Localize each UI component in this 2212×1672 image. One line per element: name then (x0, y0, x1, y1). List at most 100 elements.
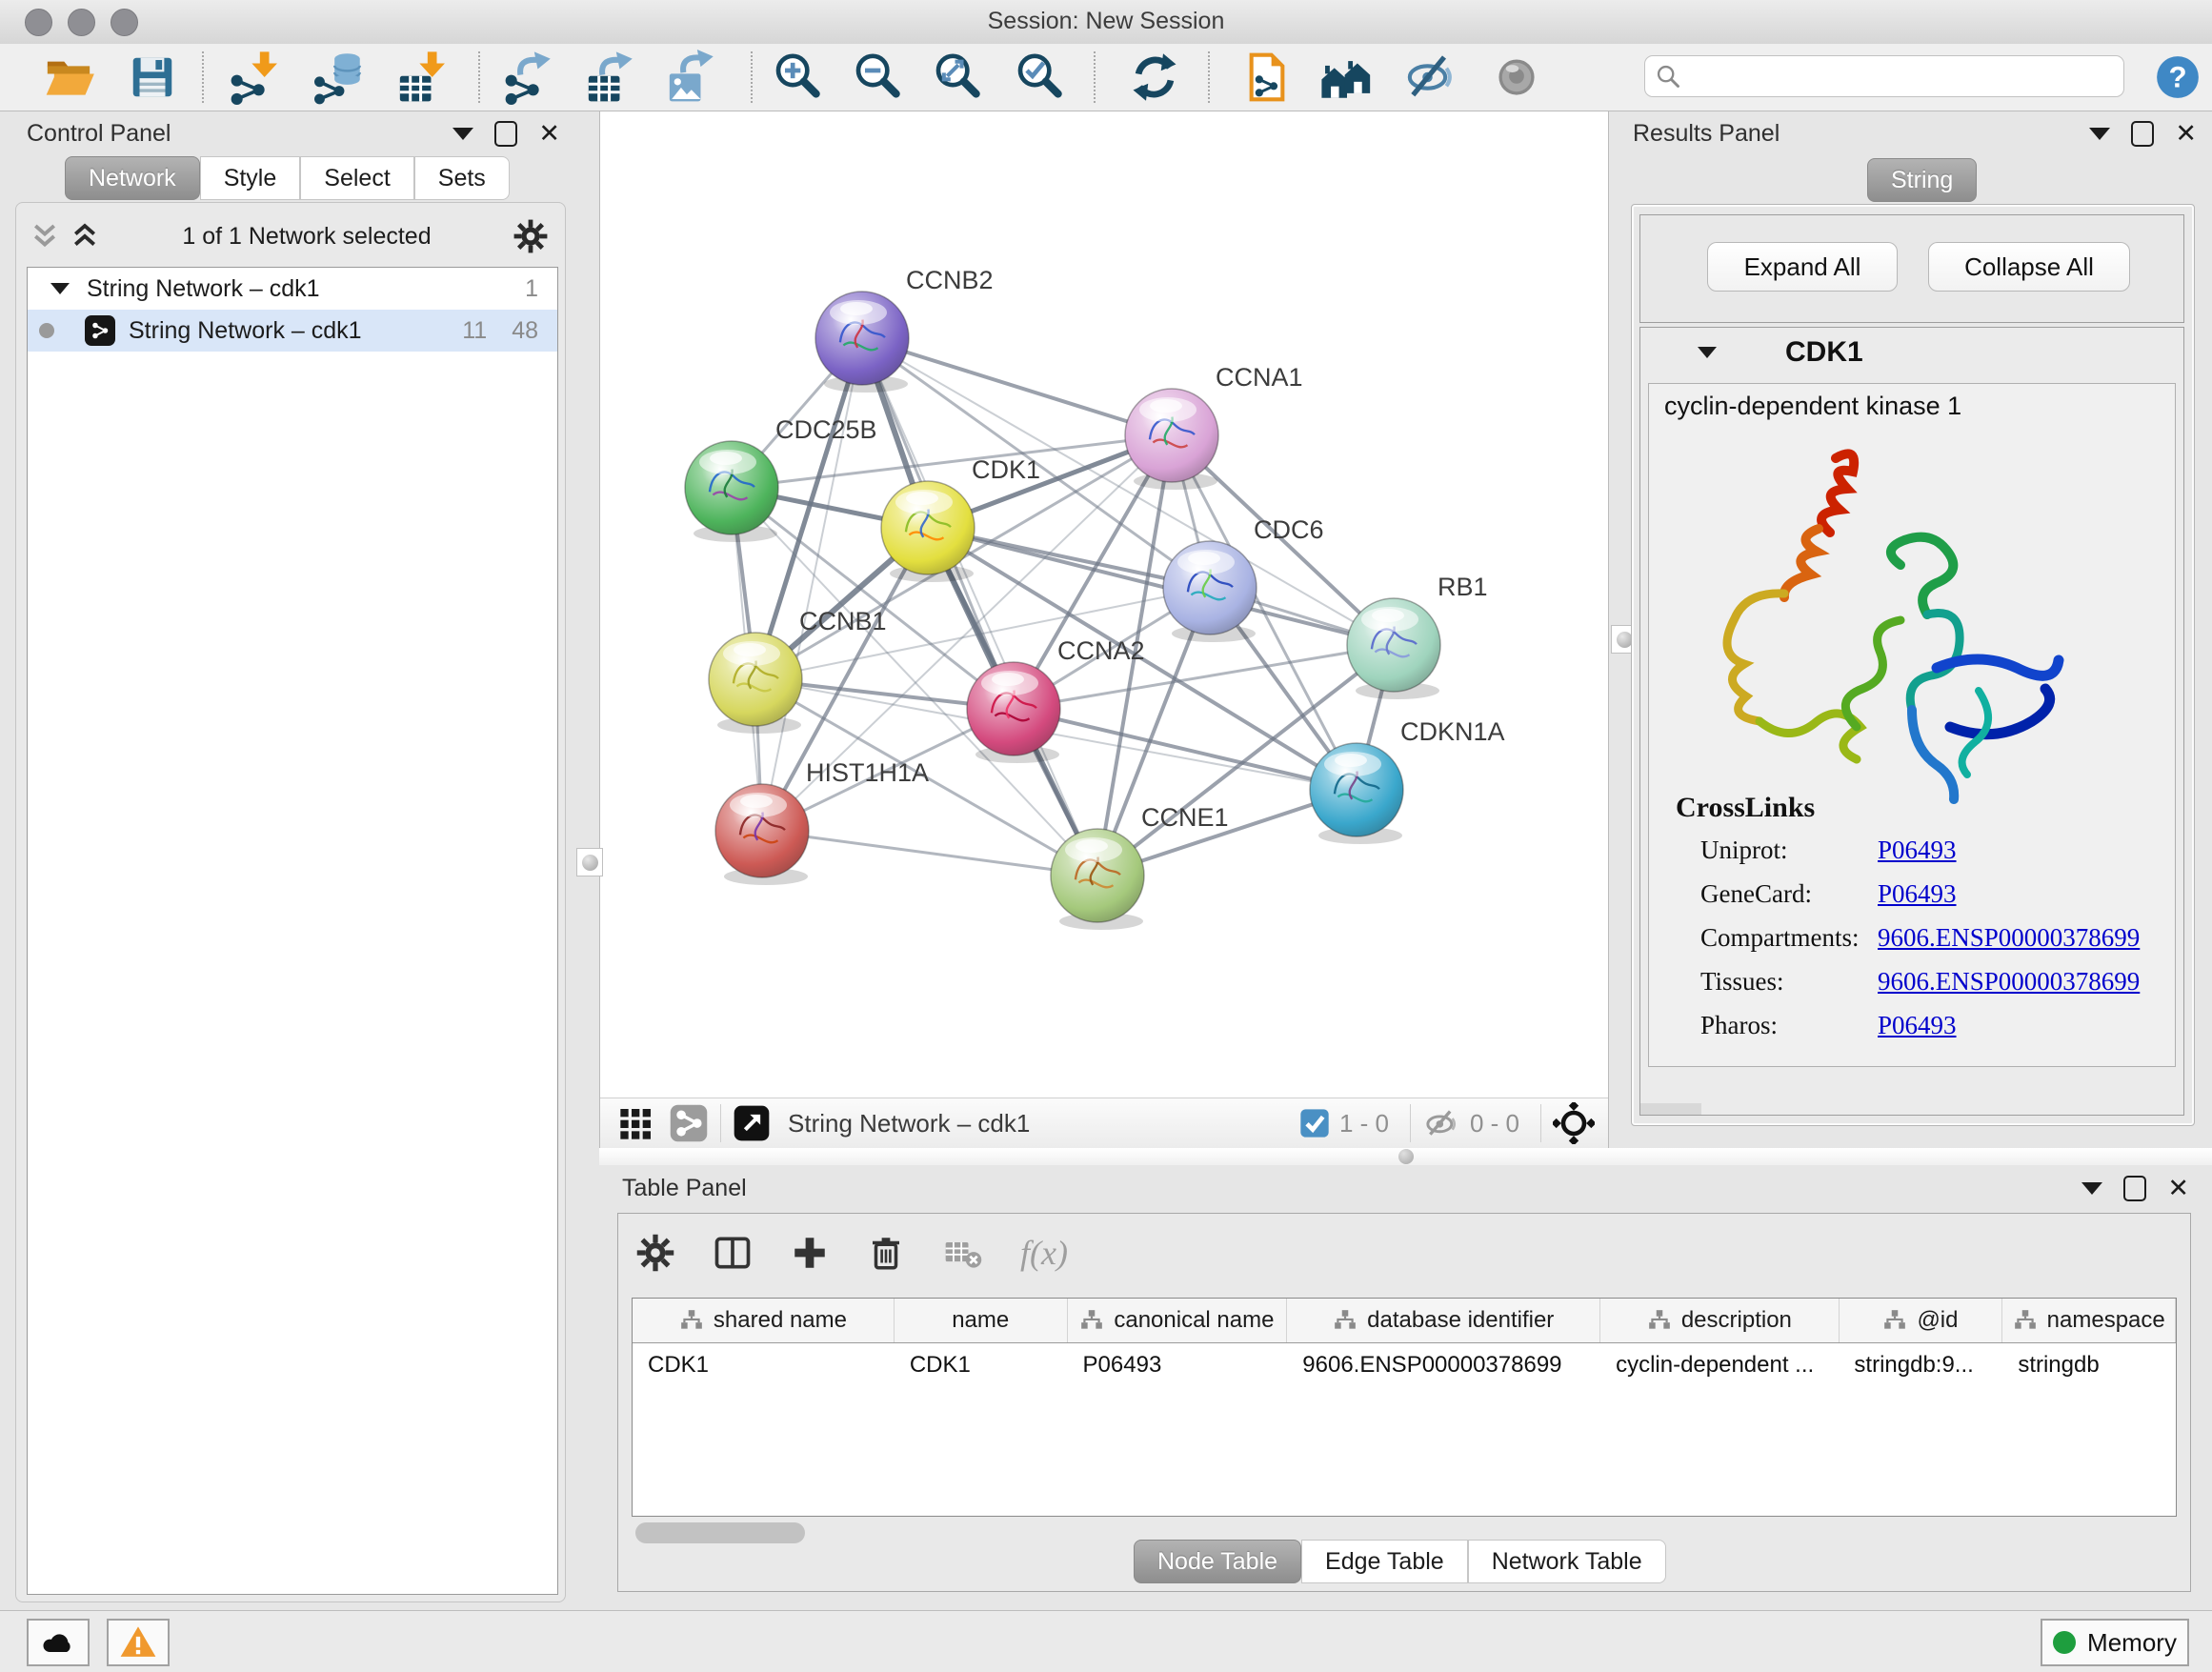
collapse-all-button[interactable]: Collapse All (1928, 242, 2130, 292)
search-input[interactable] (1689, 62, 2114, 91)
gene-expander-icon[interactable] (1698, 347, 1717, 358)
network-share-icon[interactable] (669, 1103, 709, 1143)
horizontal-splitter[interactable] (599, 1148, 2212, 1165)
zoom-out-button[interactable] (848, 50, 909, 105)
hide-glasses-button[interactable] (1400, 50, 1461, 105)
network-row-selected[interactable]: String Network – cdk1 11 48 (28, 310, 557, 352)
export-network-button[interactable] (499, 50, 560, 105)
float-panel-icon[interactable] (494, 121, 517, 147)
tab-style[interactable]: Style (200, 156, 301, 200)
table-gear-icon[interactable] (635, 1233, 675, 1273)
left-splitter-handle[interactable] (576, 848, 603, 876)
tab-sets[interactable]: Sets (414, 156, 510, 200)
table-cell[interactable]: stringdb:9... (1839, 1343, 2002, 1387)
crosslink-link[interactable]: 9606.ENSP00000378699 (1878, 923, 2140, 953)
close-panel-icon[interactable]: ✕ (538, 123, 560, 145)
network-node[interactable]: CCNB2 (815, 266, 994, 393)
tab-string[interactable]: String (1867, 158, 1977, 202)
birdseye-crosshair-icon[interactable] (1553, 1102, 1595, 1144)
zoom-fit-button[interactable] (928, 50, 989, 105)
close-panel-icon[interactable]: ✕ (2167, 1178, 2189, 1199)
table-header-cell[interactable]: namespace (2002, 1299, 2176, 1342)
panel-menu-icon[interactable] (2081, 1182, 2102, 1195)
help-button[interactable]: ? (2147, 50, 2208, 105)
network-canvas[interactable]: CCNB2CCNA1CDC25BCDK1CDC6RB1CCNB1CCNA2CDK… (600, 111, 1608, 1098)
table-cell[interactable]: 9606.ENSP00000378699 (1287, 1343, 1600, 1387)
network-edge[interactable] (928, 528, 1394, 645)
tab-edge-table[interactable]: Edge Table (1301, 1540, 1468, 1583)
string-home-button[interactable] (1317, 50, 1377, 105)
collection-expander-icon[interactable] (50, 283, 70, 294)
close-panel-icon[interactable]: ✕ (2175, 123, 2197, 145)
show-eye-button[interactable] (1486, 50, 1547, 105)
table-header-cell[interactable]: canonical name (1068, 1299, 1288, 1342)
function-builder-icon[interactable]: f(x) (1020, 1233, 1068, 1273)
crosslink-link[interactable]: P06493 (1878, 1011, 1957, 1040)
selected-checkbox-icon[interactable] (1299, 1108, 1330, 1138)
network-edge[interactable] (762, 831, 1097, 876)
table-cell[interactable]: P06493 (1068, 1343, 1288, 1387)
save-session-button[interactable] (122, 50, 183, 105)
table-header-cell[interactable]: name (895, 1299, 1068, 1342)
gear-icon[interactable] (513, 218, 549, 254)
apply-layout-button[interactable] (1124, 50, 1185, 105)
table-row[interactable]: CDK1CDK1P064939606.ENSP00000378699cyclin… (633, 1343, 2176, 1387)
network-node[interactable]: CCNA1 (1125, 363, 1303, 490)
table-cell[interactable]: CDK1 (895, 1343, 1068, 1387)
export-image-button[interactable] (662, 50, 723, 105)
eye-icon (1491, 51, 1542, 103)
network-node[interactable]: HIST1H1A (715, 758, 929, 885)
network-node[interactable]: CCNB1 (709, 607, 887, 734)
show-columns-icon[interactable] (712, 1232, 754, 1274)
delete-table-icon[interactable] (942, 1232, 984, 1274)
network-edge[interactable] (862, 338, 1097, 876)
crosslink-link[interactable]: 9606.ENSP00000378699 (1878, 967, 2140, 997)
open-session-button[interactable] (38, 50, 99, 105)
network-collection-row[interactable]: String Network – cdk1 1 (28, 268, 557, 310)
export-table-button[interactable] (581, 50, 642, 105)
tab-select[interactable]: Select (300, 156, 413, 200)
network-node[interactable]: CDC25B (685, 415, 877, 542)
grid-view-icon[interactable] (617, 1104, 655, 1142)
delete-column-icon[interactable] (866, 1233, 906, 1273)
import-network-button[interactable] (225, 50, 286, 105)
table-cell[interactable]: CDK1 (633, 1343, 895, 1387)
cloud-status-button[interactable] (27, 1619, 90, 1666)
crosslink-link[interactable]: P06493 (1878, 879, 1957, 909)
add-column-icon[interactable] (790, 1233, 830, 1273)
zoom-in-button[interactable] (768, 50, 829, 105)
export-publication-button[interactable] (1237, 50, 1297, 105)
tab-network-table[interactable]: Network Table (1468, 1540, 1666, 1583)
collapse-all-chevron-icon[interactable] (29, 220, 61, 252)
import-table-button[interactable] (392, 50, 453, 105)
table-cell[interactable]: cyclin-dependent ... (1600, 1343, 1839, 1387)
scrollbar-thumb[interactable] (635, 1522, 805, 1543)
results-scrollbar-stub[interactable] (1640, 1103, 1701, 1115)
table-header-cell[interactable]: @id (1840, 1299, 2003, 1342)
warning-status-button[interactable] (107, 1619, 170, 1666)
float-panel-icon[interactable] (2123, 1176, 2146, 1201)
network-node[interactable]: CCNE1 (1051, 803, 1229, 930)
tab-node-table[interactable]: Node Table (1134, 1540, 1301, 1583)
memory-button[interactable]: Memory (2041, 1619, 2189, 1666)
network-node[interactable]: RB1 (1347, 573, 1488, 699)
crosslink-link[interactable]: P06493 (1878, 836, 1957, 865)
network-node[interactable]: CDKN1A (1310, 717, 1505, 844)
table-header-cell[interactable]: database identifier (1287, 1299, 1600, 1342)
table-cell[interactable]: stringdb (2002, 1343, 2176, 1387)
expand-all-chevron-icon[interactable] (69, 220, 101, 252)
table-header-cell[interactable]: description (1600, 1299, 1839, 1342)
zoom-selected-button[interactable] (1010, 50, 1071, 105)
panel-menu-icon[interactable] (2089, 128, 2110, 140)
import-network-from-database-button[interactable] (309, 50, 370, 105)
expand-all-button[interactable]: Expand All (1707, 242, 1898, 292)
table-header-cell[interactable]: shared name (633, 1299, 895, 1342)
hidden-eye-slash-icon[interactable] (1422, 1104, 1460, 1142)
network-edge[interactable] (762, 338, 862, 831)
network-edge[interactable] (862, 338, 1172, 435)
gene-header-row[interactable]: CDK1 (1640, 328, 2183, 377)
tab-network[interactable]: Network (65, 156, 200, 200)
detach-view-icon[interactable] (733, 1104, 771, 1142)
float-panel-icon[interactable] (2131, 121, 2154, 147)
panel-menu-icon[interactable] (452, 128, 473, 140)
